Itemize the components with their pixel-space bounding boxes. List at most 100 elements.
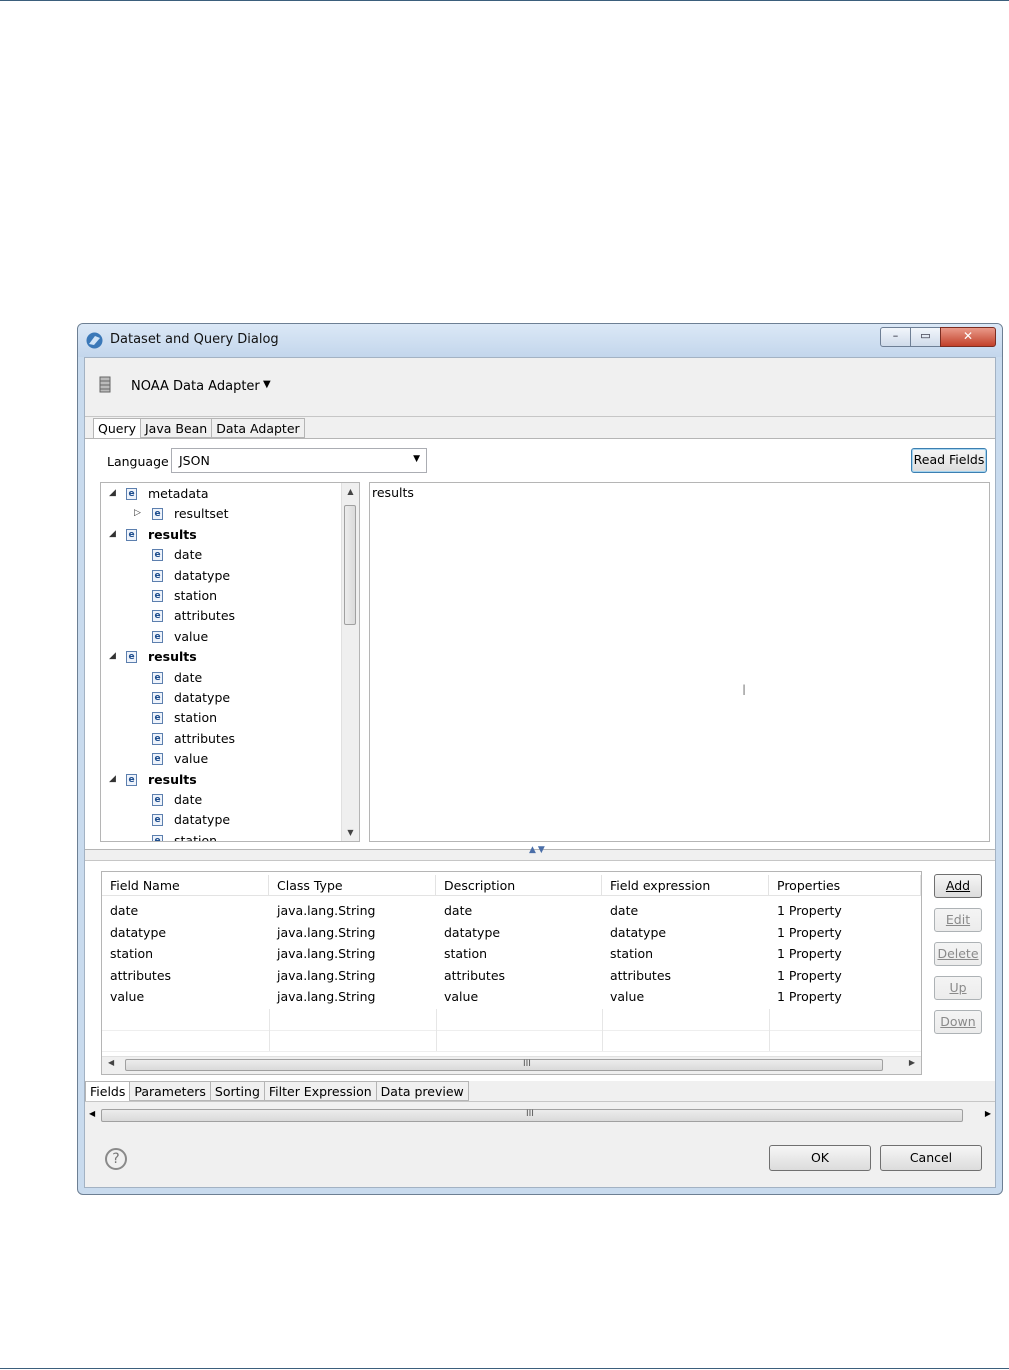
element-icon: e: [152, 630, 163, 643]
minimize-button[interactable]: –: [880, 327, 911, 347]
table-row[interactable]: datatype java.lang.String datatype datatype…: [102, 922, 921, 943]
tab-filter-expression[interactable]: Filter Expression: [264, 1081, 377, 1101]
json-tree[interactable]: ◢ e metadata ▷ e resultset ◢ e results e date e data…: [100, 482, 360, 842]
tree-node-label: station: [174, 832, 218, 842]
table-row[interactable]: value java.lang.String value value 1 Propert…: [102, 986, 921, 1007]
tree-node-label: results: [148, 649, 197, 665]
scroll-right-icon[interactable]: ▶: [909, 1058, 915, 1067]
tree-node-label: metadata: [148, 486, 209, 501]
expand-collapse-icon[interactable]: ▲▼: [529, 845, 547, 855]
grip-icon: III: [526, 1109, 534, 1119]
table-row[interactable]: station java.lang.String station station 1 P…: [102, 943, 921, 964]
tree-node-label: date: [174, 547, 203, 563]
tree-node-label: datatype: [174, 690, 231, 705]
dialog-horizontal-scrollbar[interactable]: ◀ III ▶: [85, 1106, 995, 1124]
read-fields-label: Read Fields: [913, 452, 985, 467]
element-icon: e: [126, 528, 137, 541]
query-tabs: Query Java Bean Data Adapter: [93, 418, 305, 439]
language-select[interactable]: JSON ▼: [171, 448, 427, 473]
cancel-button[interactable]: Cancel: [880, 1145, 982, 1171]
element-icon: e: [152, 712, 163, 725]
tab-query[interactable]: Query: [93, 418, 141, 439]
up-button[interactable]: Up: [934, 976, 982, 1000]
column-header[interactable]: Class Type: [269, 875, 436, 896]
table-cell: datatype: [610, 924, 667, 940]
tab-fields[interactable]: Fields: [85, 1081, 131, 1102]
grip-icon: III: [523, 1059, 531, 1069]
fields-table[interactable]: ◀ III ▶ Field Name Class Type Description F…: [101, 871, 922, 1075]
expanded-arrow-icon[interactable]: ◢: [109, 651, 119, 661]
tree-node-label: datatype: [174, 567, 231, 583]
tree-node-label: station: [174, 710, 218, 726]
add-button[interactable]: Add: [934, 874, 982, 898]
tab-parameters[interactable]: Parameters: [130, 1081, 211, 1101]
tab-sorting[interactable]: Sorting: [210, 1081, 265, 1101]
scrollbar-thumb[interactable]: III: [101, 1109, 963, 1122]
edit-button[interactable]: Edit: [934, 908, 982, 932]
scroll-right-icon[interactable]: ▶: [985, 1109, 991, 1118]
query-editor[interactable]: results I: [369, 482, 990, 842]
scroll-down-icon[interactable]: ▼: [342, 828, 359, 837]
element-icon: e: [126, 488, 137, 500]
scroll-left-icon[interactable]: ◀: [89, 1109, 95, 1118]
table-row[interactable]: date java.lang.String date date 1 Property: [102, 900, 921, 921]
tab-data-preview[interactable]: Data preview: [376, 1081, 469, 1101]
button-label: Edit: [945, 912, 971, 927]
column-header[interactable]: Properties: [769, 875, 921, 896]
table-cell: date: [110, 903, 139, 918]
splitter-sash[interactable]: ▲▼: [85, 844, 995, 860]
down-button[interactable]: Down: [934, 1010, 982, 1034]
column-divider: [769, 1009, 770, 1051]
close-button[interactable]: ✕: [940, 327, 996, 347]
element-icon: e: [152, 610, 163, 623]
chevron-down-icon[interactable]: ▼: [263, 379, 271, 390]
dataset-query-dialog: Dataset and Query Dialog – ▭ ✕ NOAA Data…: [77, 323, 1003, 1195]
collapsed-arrow-icon[interactable]: ▷: [134, 508, 144, 518]
table-cell: 1 Property: [777, 924, 842, 940]
table-cell: date: [444, 903, 473, 918]
table-cell: attributes: [444, 967, 506, 983]
table-horizontal-scrollbar[interactable]: ◀ III ▶: [102, 1056, 921, 1074]
table-row[interactable]: attributes java.lang.String attributes attr…: [102, 965, 921, 986]
scroll-up-icon[interactable]: ▲: [342, 487, 359, 496]
table-cell: java.lang.String: [277, 903, 376, 918]
tree-node-label: results: [148, 526, 197, 542]
tree-node-label: resultset: [174, 506, 229, 522]
table-cell: value: [444, 989, 479, 1004]
button-label: Up: [949, 980, 967, 995]
expanded-arrow-icon[interactable]: ◢: [109, 529, 119, 539]
bottom-tabs: Fields Parameters Sorting Filter Express…: [85, 1081, 469, 1102]
column-header[interactable]: Field Name: [102, 875, 269, 896]
maximize-icon: ▭: [920, 329, 931, 342]
table-cell: date: [610, 903, 639, 918]
page-top-rule: [0, 0, 1009, 1]
column-header[interactable]: Description: [436, 875, 602, 896]
element-icon: e: [126, 773, 137, 786]
delete-button[interactable]: Delete: [934, 942, 982, 966]
column-header[interactable]: Field expression: [602, 875, 769, 896]
data-adapter-selector[interactable]: NOAA Data Adapter ▼: [85, 358, 995, 416]
tab-data-adapter[interactable]: Data Adapter: [212, 418, 305, 438]
divider: [85, 416, 995, 417]
expanded-arrow-icon[interactable]: ◢: [109, 774, 119, 784]
help-icon[interactable]: ?: [105, 1148, 127, 1170]
button-label: Down: [940, 1014, 976, 1029]
tree-vertical-scrollbar[interactable]: ▲ ▼: [341, 483, 359, 841]
tree-node-label: results: [148, 771, 197, 787]
empty-row: [102, 1030, 921, 1052]
element-icon: e: [152, 834, 163, 841]
maximize-button[interactable]: ▭: [910, 327, 941, 347]
scrollbar-thumb[interactable]: III: [125, 1059, 883, 1071]
read-fields-button[interactable]: Read Fields: [911, 448, 987, 473]
chevron-down-icon: ▼: [413, 454, 420, 464]
tab-java-bean[interactable]: Java Bean: [141, 418, 213, 438]
element-icon: e: [152, 508, 163, 521]
scrollbar-thumb[interactable]: [344, 505, 356, 625]
element-icon: e: [152, 753, 163, 766]
title-bar[interactable]: Dataset and Query Dialog – ▭ ✕: [78, 324, 1002, 357]
button-label: Add: [945, 878, 971, 893]
expanded-arrow-icon[interactable]: ◢: [109, 488, 119, 498]
element-icon: e: [152, 732, 163, 745]
scroll-left-icon[interactable]: ◀: [108, 1058, 114, 1067]
ok-button[interactable]: OK: [769, 1145, 871, 1171]
